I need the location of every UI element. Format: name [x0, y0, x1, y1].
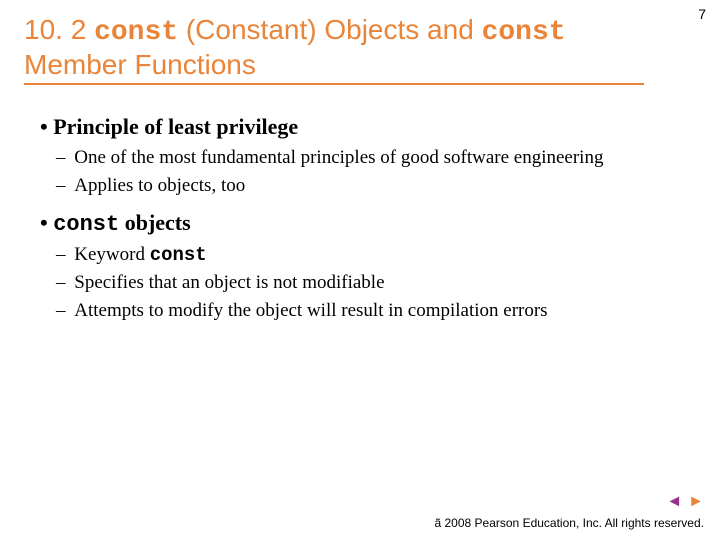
sublist-const: Keyword const Specifies that an object i…	[74, 243, 680, 323]
next-slide-icon[interactable]: ►	[688, 494, 704, 510]
heading-keyword-const-2: const	[482, 17, 566, 48]
bullet-text-objects: objects	[119, 210, 190, 235]
heading-section-number: 10. 2	[24, 14, 86, 45]
bullet-principle: Principle of least privilege	[40, 114, 680, 140]
content-area: Principle of least privilege One of the …	[40, 110, 680, 335]
slide-heading: 10. 2 const (Constant) Objects and const…	[24, 14, 644, 85]
sub-bullet: Keyword const	[74, 243, 680, 268]
bullet-const-objects: const objects	[40, 210, 680, 237]
prev-slide-icon[interactable]: ◄	[666, 494, 682, 510]
heading-text-mid: (Constant) Objects and	[178, 14, 481, 45]
sub-bullet: One of the most fundamental principles o…	[74, 146, 680, 170]
sub-bullet: Applies to objects, too	[74, 174, 680, 198]
sublist-principle: One of the most fundamental principles o…	[74, 146, 680, 198]
page-number: 7	[698, 6, 706, 22]
heading-keyword-const-1: const	[94, 17, 178, 48]
sub-bullet: Attempts to modify the object will resul…	[74, 299, 680, 323]
slide: 7 10. 2 const (Constant) Objects and con…	[0, 0, 720, 540]
sub-bullet-text: Keyword	[74, 244, 149, 265]
sub-bullet: Specifies that an object is not modifiab…	[74, 271, 680, 295]
heading-text-tail: Member Functions	[24, 49, 256, 80]
copyright-footer: ã 2008 Pearson Education, Inc. All right…	[435, 516, 705, 530]
bullet-keyword-const: const	[53, 212, 119, 237]
sub-bullet-keyword-const: const	[150, 244, 207, 266]
nav-controls: ◄ ►	[666, 494, 704, 510]
